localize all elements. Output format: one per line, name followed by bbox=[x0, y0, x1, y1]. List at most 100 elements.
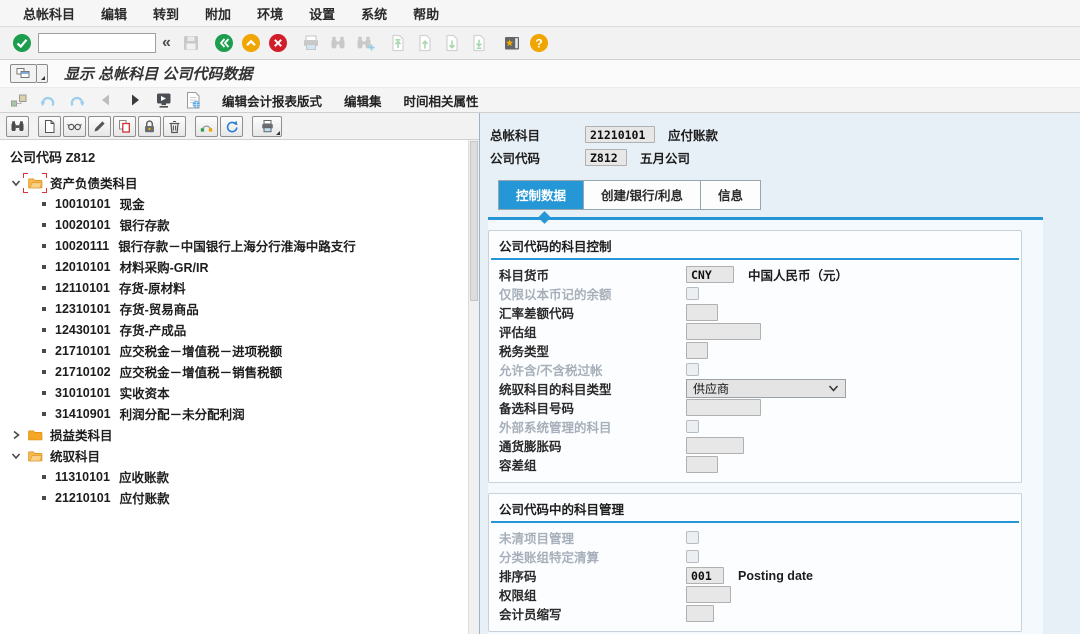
tree-item[interactable]: 10020101银行存款 bbox=[0, 214, 468, 235]
tree-item[interactable]: 11310101应收账款 bbox=[0, 466, 468, 487]
ledger-group-specific-clearing-label: 分类账组特定清算 bbox=[499, 547, 686, 566]
menu-item-settings[interactable]: 设置 bbox=[296, 4, 348, 23]
tab-control-data[interactable]: 控制数据 bbox=[499, 181, 584, 209]
bullet-icon bbox=[42, 265, 46, 269]
company-code-field[interactable]: Z812 bbox=[585, 149, 627, 166]
help-button[interactable]: ? bbox=[527, 31, 551, 55]
accounting-clerk-field[interactable] bbox=[686, 605, 714, 622]
company-code-label: 公司代码 bbox=[490, 148, 585, 167]
last-page-button[interactable] bbox=[467, 31, 491, 55]
posting-without-tax-allowed-checkbox[interactable] bbox=[686, 363, 699, 376]
menu-item-extras[interactable]: 附加 bbox=[192, 4, 244, 23]
enter-button[interactable] bbox=[10, 31, 34, 55]
tree-scrollbar-thumb[interactable] bbox=[470, 141, 478, 301]
menu-item-edit[interactable]: 编辑 bbox=[88, 4, 140, 23]
tree-item[interactable]: 21710101应交税金－增值税－进项税额 bbox=[0, 340, 468, 361]
edit-financial-statement-version-button[interactable]: 编辑会计报表版式 bbox=[211, 91, 333, 110]
tree-item[interactable]: 12010101材料采购-GR/IR bbox=[0, 256, 468, 277]
tree-folder[interactable]: 损益类科目 bbox=[0, 424, 468, 445]
account-name: 应交税金－增值税－销售税额 bbox=[120, 362, 283, 381]
valuation-group-field[interactable] bbox=[686, 323, 761, 340]
bullet-icon bbox=[42, 328, 46, 332]
copy-button[interactable] bbox=[113, 116, 136, 137]
ledger-group-specific-clearing-checkbox[interactable] bbox=[686, 550, 699, 563]
tree-folder-label: 损益类科目 bbox=[50, 425, 113, 444]
tree-item[interactable]: 21710102应交税金－增值税－销售税额 bbox=[0, 361, 468, 382]
balances-local-currency-only-checkbox[interactable] bbox=[686, 287, 699, 300]
change-button[interactable] bbox=[88, 116, 111, 137]
tree-folder[interactable]: 统驭科目 bbox=[0, 445, 468, 466]
tree-scrollbar[interactable] bbox=[468, 140, 479, 634]
display-button[interactable] bbox=[63, 116, 86, 137]
structure-button[interactable] bbox=[8, 89, 30, 111]
account-currency-field[interactable]: CNY bbox=[686, 266, 734, 283]
find-next-button[interactable] bbox=[353, 31, 377, 55]
transaction-button[interactable] bbox=[153, 89, 175, 111]
redo-button[interactable] bbox=[66, 89, 88, 111]
tab-information[interactable]: 信息 bbox=[701, 181, 760, 209]
gui-services-icon[interactable] bbox=[10, 64, 37, 83]
edit-set-button[interactable]: 编辑集 bbox=[333, 91, 393, 110]
tree-item[interactable]: 21210101应付账款 bbox=[0, 487, 468, 508]
open-item-management-checkbox[interactable] bbox=[686, 531, 699, 544]
print-button[interactable] bbox=[299, 31, 323, 55]
create-button[interactable] bbox=[38, 116, 61, 137]
tree-item[interactable]: 31410901利润分配－未分配利润 bbox=[0, 403, 468, 424]
refresh-button[interactable] bbox=[220, 116, 243, 137]
recon-account-type-select[interactable]: 供应商 bbox=[686, 379, 846, 398]
undo-button[interactable] bbox=[37, 89, 59, 111]
tolerance-group-field[interactable] bbox=[686, 456, 718, 473]
alternative-account-number-field[interactable] bbox=[686, 399, 761, 416]
tree-item[interactable]: 10020111银行存款－中国银行上海分行淮海中路支行 bbox=[0, 235, 468, 256]
tree-item[interactable]: 12110101存货-原材料 bbox=[0, 277, 468, 298]
block-button[interactable] bbox=[138, 116, 161, 137]
section-box: 公司代码的科目控制科目货币CNY中国人民币（元）仅限以本币记的余额汇率差额代码评… bbox=[488, 230, 1022, 483]
report-button[interactable] bbox=[182, 89, 204, 111]
tree-item[interactable]: 12310101存货-贸易商品 bbox=[0, 298, 468, 319]
next-icon bbox=[126, 91, 144, 109]
menu-item-environment[interactable]: 环境 bbox=[244, 4, 296, 23]
inflation-key-field[interactable] bbox=[686, 437, 744, 454]
time-dependent-attributes-button[interactable]: 时间相关属性 bbox=[393, 91, 490, 110]
tree-folder[interactable]: 资产负债类科目 bbox=[0, 172, 468, 193]
collapse-command-field-icon[interactable]: « bbox=[162, 34, 171, 52]
sort-key-field[interactable]: 001 bbox=[686, 567, 724, 584]
delete-button[interactable] bbox=[163, 116, 186, 137]
chevron-down-icon[interactable] bbox=[9, 176, 24, 190]
tab-create-bank-interest[interactable]: 创建/银行/利息 bbox=[584, 181, 701, 209]
tax-category-field[interactable] bbox=[686, 342, 708, 359]
account-managed-in-ext-system-checkbox[interactable] bbox=[686, 420, 699, 433]
account-number: 10020101 bbox=[55, 218, 111, 232]
previous-button[interactable] bbox=[95, 89, 117, 111]
chevron-down-icon[interactable] bbox=[9, 449, 24, 463]
main-area: 公司代码 Z812 资产负债类科目10010101现金10020101银行存款1… bbox=[0, 113, 1080, 634]
save-button[interactable] bbox=[179, 31, 203, 55]
sample-button[interactable] bbox=[195, 116, 218, 137]
tree-item[interactable]: 12430101存货-产成品 bbox=[0, 319, 468, 340]
next-button[interactable] bbox=[124, 89, 146, 111]
exchange-rate-difference-key-field[interactable] bbox=[686, 304, 718, 321]
structure-icon bbox=[10, 92, 28, 108]
menu-item-gl-account[interactable]: 总帐科目 bbox=[10, 4, 88, 23]
command-input[interactable] bbox=[38, 33, 156, 53]
first-page-button[interactable] bbox=[386, 31, 410, 55]
find-button[interactable] bbox=[6, 116, 29, 137]
create-shortcut-button[interactable] bbox=[500, 31, 524, 55]
page-up-button[interactable] bbox=[413, 31, 437, 55]
gl-account-field[interactable]: 21210101 bbox=[585, 126, 655, 143]
exit-button[interactable] bbox=[239, 31, 263, 55]
print-button[interactable] bbox=[252, 116, 282, 137]
gui-services-dropdown-icon[interactable] bbox=[37, 64, 48, 83]
tree-item[interactable]: 31010101实收资本 bbox=[0, 382, 468, 403]
menu-item-goto[interactable]: 转到 bbox=[140, 4, 192, 23]
menu-item-system[interactable]: 系统 bbox=[348, 4, 400, 23]
chevron-right-icon[interactable] bbox=[9, 428, 24, 442]
find-button[interactable] bbox=[326, 31, 350, 55]
tree-item[interactable]: 10010101现金 bbox=[0, 193, 468, 214]
authorization-group-field[interactable] bbox=[686, 586, 731, 603]
account-name: 利润分配－未分配利润 bbox=[120, 404, 245, 423]
back-button[interactable] bbox=[212, 31, 236, 55]
menu-item-help[interactable]: 帮助 bbox=[400, 4, 452, 23]
page-down-button[interactable] bbox=[440, 31, 464, 55]
cancel-button[interactable] bbox=[266, 31, 290, 55]
